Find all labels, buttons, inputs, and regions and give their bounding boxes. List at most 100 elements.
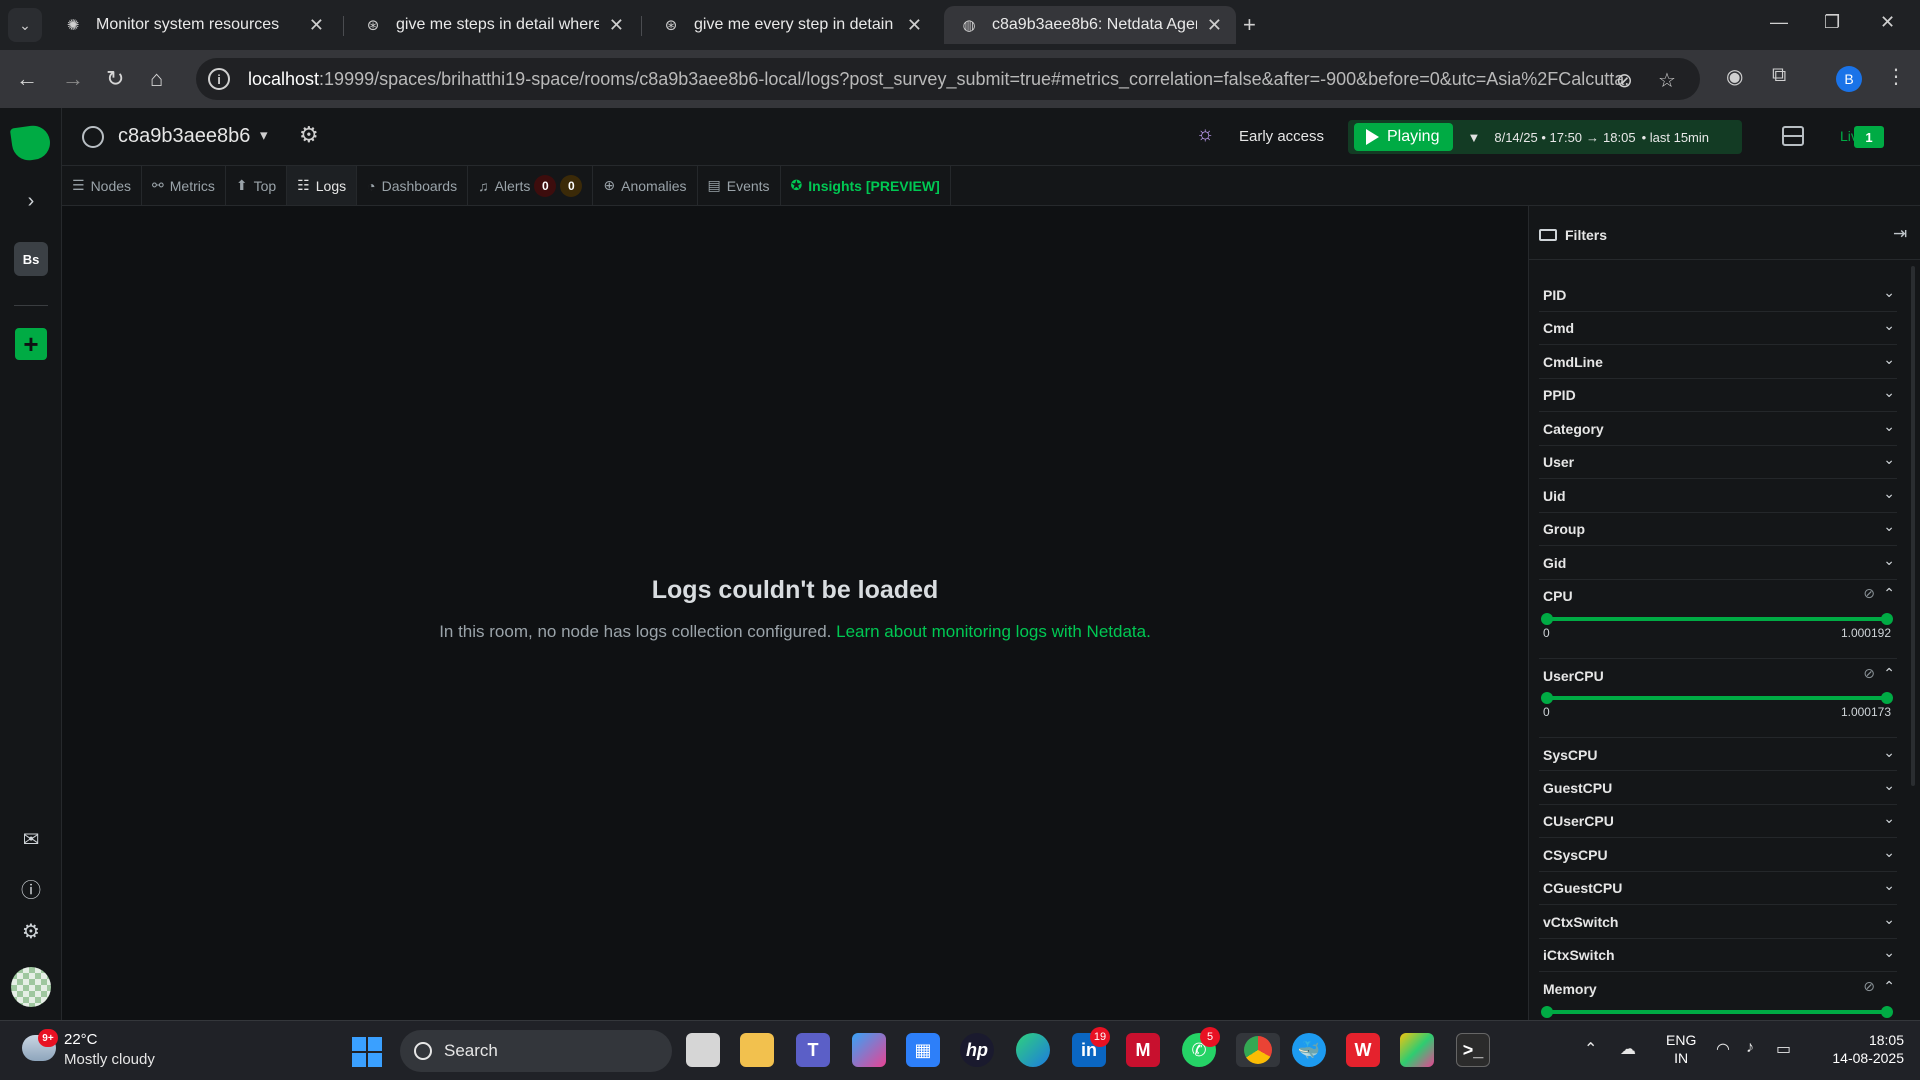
filter-cpu[interactable]: CPU ⊘ ⌃ — [1539, 579, 1897, 613]
temperature[interactable]: 22°C — [64, 1031, 98, 1048]
node-list-icon[interactable] — [1782, 126, 1804, 146]
chrome-icon[interactable] — [1236, 1033, 1280, 1067]
task-view-icon[interactable] — [686, 1033, 720, 1067]
filter-syscpu[interactable]: SysCPU ⌄ — [1539, 737, 1897, 771]
settings-icon[interactable]: ⚙ — [14, 914, 48, 948]
filter-pid[interactable]: PID ⌄ — [1539, 278, 1897, 312]
room-name[interactable]: c8a9b3aee8b6 — [118, 125, 250, 148]
extensions-puzzle-icon[interactable]: ⧉ — [1772, 64, 1786, 87]
notifications-icon[interactable]: ✉ — [14, 822, 48, 856]
cpu-range-slider[interactable] — [1541, 613, 1893, 625]
teams-icon[interactable]: T — [796, 1033, 830, 1067]
filter-usercpu[interactable]: UserCPU ⊘ ⌃ — [1539, 658, 1897, 692]
filter-ppid[interactable]: PPID ⌄ — [1539, 378, 1897, 412]
chevron-right-icon[interactable]: › — [14, 184, 48, 218]
browser-tab-active[interactable]: ◍ c8a9b3aee8b6: Netdata Agent ( ✕ — [944, 6, 1236, 44]
tab-alerts[interactable]: ♫ Alerts 0 0 — [468, 166, 594, 205]
reset-icon[interactable]: ⊘ — [1863, 585, 1875, 602]
home-icon[interactable]: ⌂ — [150, 66, 163, 92]
chevron-down-icon[interactable]: ▼ — [1467, 130, 1480, 145]
lightbulb-icon[interactable]: ☼ — [1196, 123, 1214, 146]
eye-off-icon[interactable]: ⊘ — [1616, 68, 1633, 93]
menu-kebab-icon[interactable]: ⋮ — [1886, 64, 1906, 89]
tray-overflow-icon[interactable]: ⌃ — [1584, 1039, 1597, 1059]
onedrive-icon[interactable]: ☁ — [1620, 1039, 1636, 1059]
close-icon[interactable]: ✕ — [1207, 15, 1222, 36]
system-clock[interactable]: 18:05 14-08-2025 — [1818, 1031, 1904, 1067]
slider-handle-max[interactable] — [1881, 692, 1893, 704]
slider-handle-max[interactable] — [1881, 613, 1893, 625]
filter-uid[interactable]: Uid ⌄ — [1539, 479, 1897, 513]
bookmark-star-icon[interactable]: ☆ — [1658, 68, 1676, 93]
slider-handle-min[interactable] — [1541, 692, 1553, 704]
reload-icon[interactable]: ↻ — [106, 66, 124, 92]
restore-icon[interactable]: ❐ — [1824, 12, 1840, 33]
mcafee-icon[interactable]: M — [1126, 1033, 1160, 1067]
filters-scrollbar[interactable] — [1911, 266, 1915, 786]
browser-tab[interactable]: ✺ Monitor system resources ✕ — [48, 6, 338, 44]
hp-icon[interactable]: hp — [960, 1033, 994, 1067]
play-button[interactable]: Playing — [1354, 123, 1454, 151]
filter-gid[interactable]: Gid ⌄ — [1539, 546, 1897, 580]
extension-icon[interactable]: ◉ — [1726, 64, 1743, 89]
early-access-link[interactable]: Early access — [1239, 128, 1324, 145]
space-badge[interactable]: Bs — [14, 242, 48, 276]
browser-tab[interactable]: ⊛ give me every step in detain wh ✕ — [646, 6, 936, 44]
help-icon[interactable]: ⓘ — [14, 871, 48, 905]
close-icon[interactable]: ✕ — [609, 15, 624, 36]
learn-more-link[interactable]: Learn about monitoring logs with Netdata… — [836, 622, 1151, 641]
filter-cusercpu[interactable]: CUserCPU ⌄ — [1539, 804, 1897, 838]
profile-avatar[interactable]: B — [1836, 66, 1862, 92]
memory-range-slider[interactable] — [1541, 1006, 1893, 1018]
new-tab-button[interactable]: + — [1243, 12, 1256, 38]
filter-group[interactable]: Group ⌄ — [1539, 512, 1897, 546]
wifi-icon[interactable]: ◠ — [1716, 1039, 1730, 1059]
tab-metrics[interactable]: ⚯ Metrics — [142, 166, 226, 205]
minimize-icon[interactable]: — — [1770, 12, 1788, 33]
back-icon[interactable]: ← — [16, 66, 38, 92]
slider-handle-max[interactable] — [1881, 1006, 1893, 1018]
filter-user[interactable]: User ⌄ — [1539, 445, 1897, 479]
filter-cmdline[interactable]: CmdLine ⌄ — [1539, 345, 1897, 379]
filter-vctxswitch[interactable]: vCtxSwitch ⌄ — [1539, 905, 1897, 939]
git-icon[interactable] — [1400, 1033, 1434, 1067]
url-text[interactable]: localhost:19999/spaces/brihatthi19-space… — [248, 69, 1628, 90]
reset-icon[interactable]: ⊘ — [1863, 978, 1875, 995]
tab-insights[interactable]: ✪ Insights [PREVIEW] — [781, 166, 951, 205]
wps-office-icon[interactable]: W — [1346, 1033, 1380, 1067]
filter-cmd[interactable]: Cmd ⌄ — [1539, 311, 1897, 345]
tab-events[interactable]: ▤ Events — [698, 166, 781, 205]
tab-search-dropdown-button[interactable]: ⌄ — [8, 8, 42, 42]
collapse-panel-icon[interactable]: ⇥ — [1893, 224, 1907, 244]
filter-csyscpu[interactable]: CSysCPU ⌄ — [1539, 838, 1897, 872]
slider-handle-min[interactable] — [1541, 1006, 1553, 1018]
slider-handle-min[interactable] — [1541, 613, 1553, 625]
close-icon[interactable]: ✕ — [309, 15, 324, 36]
filter-category[interactable]: Category ⌄ — [1539, 412, 1897, 446]
windows-start-icon[interactable] — [352, 1037, 382, 1067]
battery-icon[interactable]: ▭ — [1776, 1039, 1791, 1059]
filter-ictxswitch[interactable]: iCtxSwitch ⌄ — [1539, 938, 1897, 972]
tab-anomalies[interactable]: ⊕ Anomalies — [593, 166, 698, 205]
tab-logs[interactable]: ☷ Logs — [287, 166, 358, 205]
weather-description[interactable]: Mostly cloudy — [64, 1051, 155, 1068]
browser-tab[interactable]: ⊛ give me steps in detail where ar ✕ — [348, 6, 638, 44]
microsoft-store-icon[interactable]: ▦ — [906, 1033, 940, 1067]
time-range-picker[interactable]: 8/14/25 • 17:50 → 18:05 • last 15min — [1494, 130, 1709, 145]
terminal-icon[interactable]: >_ — [1456, 1033, 1490, 1067]
file-explorer-icon[interactable] — [740, 1033, 774, 1067]
gear-icon[interactable]: ⚙ — [299, 122, 319, 148]
tab-dashboards[interactable]: ◔ Dashboards — [357, 166, 469, 205]
taskbar-search[interactable]: Search — [400, 1030, 672, 1072]
volume-icon[interactable]: ♪ — [1746, 1039, 1754, 1057]
live-node-count[interactable]: 1 — [1854, 126, 1884, 148]
address-bar[interactable]: i localhost:19999/spaces/brihatthi19-spa… — [196, 58, 1700, 100]
filter-guestcpu[interactable]: GuestCPU ⌄ — [1539, 771, 1897, 805]
docker-icon[interactable]: 🐳 — [1292, 1033, 1326, 1067]
filter-cguestcpu[interactable]: CGuestCPU ⌄ — [1539, 871, 1897, 905]
close-icon[interactable]: ✕ — [907, 15, 922, 36]
close-window-icon[interactable]: ✕ — [1880, 12, 1895, 33]
forward-icon[interactable]: → — [62, 66, 84, 92]
language-indicator[interactable]: ENG IN — [1666, 1031, 1696, 1067]
tab-nodes[interactable]: ☰ Nodes — [62, 166, 143, 205]
